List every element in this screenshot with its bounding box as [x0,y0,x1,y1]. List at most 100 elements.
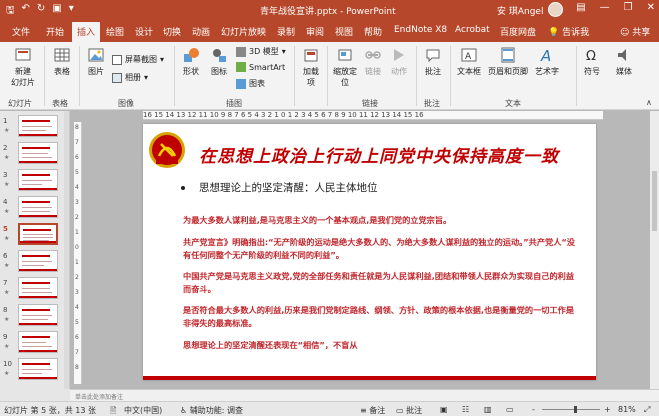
tab-help[interactable]: 帮助 [364,25,382,38]
tab-file[interactable]: 文件 [12,25,30,38]
tab-endnote[interactable]: EndNote X8 [394,25,447,35]
slide-thumbnail[interactable]: 8 ★ [0,302,69,328]
avatar[interactable] [548,2,563,17]
slide-thumbnail[interactable]: 4 ★ [0,194,69,220]
icons-button[interactable]: 图标 [206,46,232,77]
action-button[interactable]: 动作 [388,46,410,77]
close-icon[interactable]: ✕ [647,2,655,13]
tab-baidu[interactable]: 百度网盘 [500,25,536,38]
slide-footer-bar [143,376,596,380]
slide-thumbnail[interactable]: 10 ★ [0,356,69,382]
fit-slide-icon[interactable]: ⤢ [644,405,650,415]
title-bar: 🖫 ↶ ↻ ▣ ▾ 青年战役宣讲.pptx - PowerPoint 安 琪An… [0,0,659,20]
header-footer-button[interactable]: 页眉和页脚 [486,46,530,77]
smartart-button[interactable]: SmartArt [236,62,285,72]
reading-view-icon[interactable]: ▥ [484,405,492,414]
slide-sorter-icon[interactable]: ☷ [462,405,469,414]
tab-review[interactable]: 审阅 [306,25,324,38]
tab-insert[interactable]: 插入 [72,22,101,42]
zoom-slider[interactable] [542,406,600,413]
slideshow-icon[interactable]: ▭ [506,405,514,414]
tab-design[interactable]: 设计 [135,25,153,38]
group-label-slides: 幻灯片 [8,99,32,108]
slide-thumbnail-active[interactable]: 5 ★ [0,221,69,247]
textbox-icon: A [461,48,477,62]
notes-icon: ≡ [360,406,367,415]
new-slide-button[interactable]: 新建 幻灯片 [6,46,40,88]
accessibility-status[interactable]: ♿ 辅助功能: 调查 [180,405,243,416]
tab-record[interactable]: 录制 [277,25,295,38]
wordart-button[interactable]: A 艺术字 [532,46,562,77]
content-paragraph[interactable]: 共产党宣言》明确指出:“无产阶级的运动是绝大多数人的、为绝大多数人谋利益的独立的… [183,236,578,262]
notes-button[interactable]: ≡ 备注 [360,405,385,416]
zoom-level[interactable]: 81% [618,405,636,414]
slide-thumbnail[interactable]: 1 ★ [0,113,69,139]
customize-icon[interactable]: ▾ [69,3,74,20]
save-icon[interactable]: 🖫 [6,3,15,20]
ribbon-display-icon[interactable]: ▤ [576,2,585,13]
slide-title[interactable]: 在思想上政治上行动上同党中央保持高度一致 [199,142,559,167]
tab-transitions[interactable]: 切换 [163,25,181,38]
shapes-button[interactable]: 形状 [178,46,204,77]
table-button[interactable]: 表格 [48,46,76,77]
slide-thumbnail-pane[interactable]: 1 ★ 2 ★ 3 ★ 4 ★ 5 ★ 6 ★ 7 ★ 8 ★ 9 ★ 10 ★ [0,111,70,389]
tab-home[interactable]: 开始 [46,25,64,38]
slide-thumbnail[interactable]: 9 ★ [0,329,69,355]
zoom-in-button[interactable]: + [604,405,611,414]
undo-icon[interactable]: ↶ [22,3,30,20]
album-button[interactable]: 相册 ▾ [112,72,148,83]
normal-view-icon[interactable]: ▣ [440,405,448,414]
zoom-out-button[interactable]: - [532,405,535,414]
picture-button[interactable]: 图片 [83,46,109,77]
tab-view[interactable]: 视图 [335,25,353,38]
tab-draw[interactable]: 绘图 [106,25,124,38]
animation-star-icon: ★ [4,262,10,269]
symbol-button[interactable]: Ω 符号 [580,46,604,77]
notes-pane[interactable]: 单击此处添加备注 [70,389,659,401]
language-indicator[interactable]: 中文(中国) [124,405,162,416]
new-slide-icon [15,48,31,61]
slide-thumbnail[interactable]: 6 ★ [0,248,69,274]
zoom-button[interactable]: 缩放定 位 [330,46,360,88]
addins-button[interactable]: 加载 项 [298,46,324,88]
tab-animations[interactable]: 动画 [192,25,210,38]
slide-thumbnail[interactable]: 2 ★ [0,140,69,166]
thumbnail-scrollbar[interactable] [64,111,69,389]
textbox-button[interactable]: A 文本框 [454,46,484,77]
group-separator [79,46,80,106]
editor-scrollbar[interactable] [650,111,659,389]
slide-thumbnail[interactable]: 7 ★ [0,275,69,301]
tab-acrobat[interactable]: Acrobat [455,25,490,35]
icons-icon [213,49,226,62]
comments-button[interactable]: ▭ 批注 [396,405,422,416]
content-paragraph[interactable]: 为最大多数人谋利益,是马克思主义的一个基本观点,是我们党的立党宗旨。 [183,214,578,227]
content-paragraph[interactable]: 中国共产党是马克思主义政党,党的全部任务和责任就是为人民谋利益,团结和带领人民群… [183,270,578,296]
content-paragraph[interactable]: 思想理论上的坚定清醒还表现在“相信”，不盲从 [183,339,578,352]
zoom-slider-knob[interactable] [574,406,577,413]
chevron-down-icon: ▾ [160,55,165,64]
3d-model-button[interactable]: 3D 模型 ▾ [236,46,286,57]
comment-button[interactable]: 批注 [420,46,446,77]
slide-thumbnail[interactable]: 3 ★ [0,167,69,193]
tell-me-search[interactable]: 💡 告诉我 [548,25,589,38]
minimize-icon[interactable]: — [600,2,610,13]
collapse-ribbon-icon[interactable]: ∧ [646,98,652,107]
zoom-icon [338,49,352,61]
media-button[interactable]: 媒体 [612,46,636,77]
tab-slideshow[interactable]: 幻灯片放映 [221,25,266,38]
redo-icon[interactable]: ↻ [37,3,45,20]
chart-button[interactable]: 图表 [236,78,265,89]
scrollbar-thumb[interactable] [652,171,657,231]
ribbon-tabs: 文件 开始 插入 绘图 设计 切换 动画 幻灯片放映 录制 审阅 视图 帮助 E… [0,20,659,42]
bullet-item[interactable]: 思想理论上的坚定清醒：人民主体地位 [181,180,378,195]
user-name[interactable]: 安 琪Angel [497,4,543,17]
restore-icon[interactable]: ❐ [624,2,633,13]
share-button[interactable]: ☺ 共享 [620,25,650,38]
chevron-down-icon: ▾ [144,73,149,82]
slide-canvas[interactable]: 在思想上政治上行动上同党中央保持高度一致 思想理论上的坚定清醒：人民主体地位 为… [143,124,596,380]
spellcheck-icon[interactable]: 🖹 [110,405,116,416]
present-icon[interactable]: ▣ [52,3,61,20]
screenshot-button[interactable]: 屏幕截图 ▾ [112,54,164,65]
link-button[interactable]: 链接 [362,46,384,77]
content-paragraph[interactable]: 是否符合最大多数人的利益,历来是我们党制定路线、纲领、方针、政策的根本依据,也是… [183,304,578,330]
